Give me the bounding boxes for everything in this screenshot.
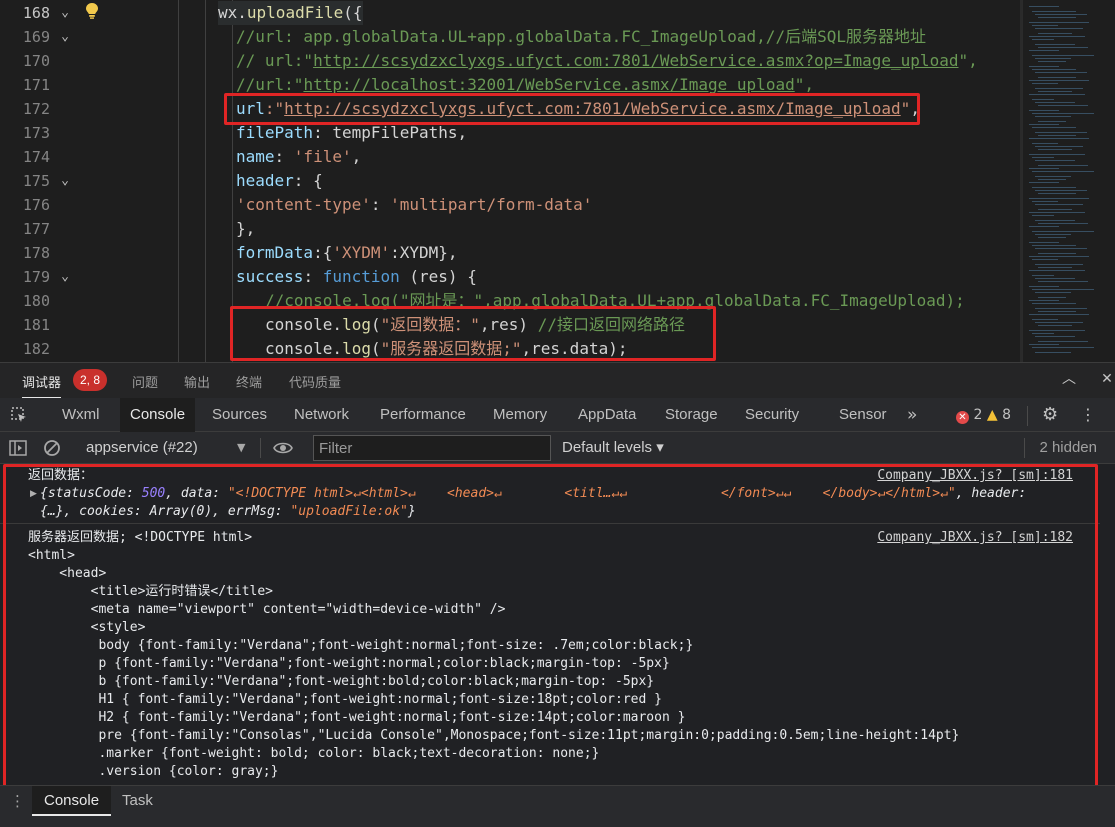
tab-sensor[interactable]: Sensor: [839, 398, 887, 432]
bottom-drawer: ⋮ Console Task: [0, 785, 1115, 827]
warning-count: 8: [1002, 407, 1011, 423]
lightbulb-icon[interactable]: [84, 2, 100, 20]
line-number: 178: [22, 244, 50, 262]
tab-terminal[interactable]: 终端: [236, 372, 262, 391]
code-line: //url: app.globalData.UL+app.globalData.…: [236, 27, 926, 46]
close-icon[interactable]: ✕: [1098, 370, 1115, 388]
chevron-down-icon[interactable]: ⌄: [58, 1, 72, 25]
line-number: 169: [22, 28, 50, 46]
panel-tab-bar: 调试器 2, 8 问题 输出 终端 代码质量 ︿ ✕: [0, 362, 1115, 399]
indent-guide: [178, 0, 179, 362]
drawer-tab-task[interactable]: Task: [110, 786, 165, 816]
tab-appdata[interactable]: AppData: [578, 398, 636, 432]
line-number: 173: [22, 124, 50, 142]
chevron-down-icon[interactable]: ▼: [237, 438, 245, 458]
error-icon: ✕: [956, 411, 969, 424]
devtools-tab-bar: Wxml Console Sources Network Performance…: [0, 398, 1115, 432]
chevron-down-icon[interactable]: ⌄: [58, 25, 72, 49]
context-selector[interactable]: appservice (#22): [86, 438, 246, 458]
warning-icon: ▲: [986, 407, 998, 423]
tab-code-quality[interactable]: 代码质量: [289, 372, 341, 391]
highlight-box-url: [224, 93, 920, 125]
filter-input[interactable]: [313, 435, 551, 461]
clear-console-icon[interactable]: [42, 438, 62, 458]
line-number: 171: [22, 76, 50, 94]
line-number: 170: [22, 52, 50, 70]
code-line: success: function (res) {: [236, 267, 477, 286]
line-number: 175: [22, 172, 50, 190]
chevron-down-icon[interactable]: ⌄: [58, 169, 72, 193]
tab-wxml[interactable]: Wxml: [62, 398, 100, 432]
minimap[interactable]: [1022, 0, 1115, 362]
line-number-gutter: 168 ⌄ 169 ⌄ 170 171 172 173 174 175 ⌄ 176 177 178 179 ⌄…: [0, 0, 80, 362]
sidebar-toggle-icon[interactable]: [8, 438, 28, 458]
more-vertical-icon[interactable]: ⋮: [1080, 406, 1096, 424]
line-number: 172: [22, 100, 50, 118]
line-number: 179: [22, 268, 50, 286]
tab-security[interactable]: Security: [745, 398, 799, 432]
tab-console[interactable]: Console: [120, 398, 196, 432]
eye-icon[interactable]: [273, 438, 293, 458]
chevron-up-icon[interactable]: ︿: [1060, 370, 1078, 388]
tab-issues[interactable]: 问题: [132, 372, 158, 391]
line-number: 180: [22, 292, 50, 310]
indent-guide: [205, 0, 206, 362]
tab-memory[interactable]: Memory: [493, 398, 547, 432]
error-count: 2: [973, 407, 983, 423]
debugger-badge: 2, 8: [73, 369, 108, 391]
code-line: // url:"http://scsydzxclyxgs.ufyct.com:7…: [236, 51, 978, 70]
tab-output[interactable]: 输出: [184, 372, 210, 391]
line-number: 181: [22, 316, 50, 334]
code-line: header: {: [236, 171, 323, 190]
code-editor[interactable]: 168 ⌄ 169 ⌄ 170 171 172 173 174 175 ⌄ 176 177 178 179 ⌄…: [0, 0, 1115, 362]
tab-performance[interactable]: Performance: [380, 398, 466, 432]
code-line: wx.uploadFile({: [218, 1, 363, 25]
code-line: formData:{'XYDM':XYDM},: [236, 243, 458, 262]
code-line: name: 'file',: [236, 147, 362, 166]
hidden-count: 2 hidden: [1039, 439, 1097, 456]
code-line: 'content-type': 'multipart/form-data': [236, 195, 593, 214]
line-number: 168: [22, 4, 50, 22]
drawer-tab-console[interactable]: Console: [32, 786, 112, 816]
line-number: 182: [22, 340, 50, 358]
line-number: 177: [22, 220, 50, 238]
log-levels-dropdown[interactable]: Default levels ▾: [562, 438, 664, 458]
console-toolbar: appservice (#22) ▼ Default levels ▾ 2 hi…: [0, 432, 1115, 464]
line-number: 174: [22, 148, 50, 166]
more-tabs-icon[interactable]: »: [907, 406, 917, 424]
tab-storage[interactable]: Storage: [665, 398, 718, 432]
drawer-menu-icon[interactable]: ⋮: [10, 792, 25, 810]
tab-network[interactable]: Network: [294, 398, 349, 432]
chevron-down-icon[interactable]: ⌄: [58, 265, 72, 289]
gear-icon[interactable]: ⚙: [1042, 406, 1058, 424]
highlight-box-console-log: [230, 306, 716, 361]
inspect-icon[interactable]: [10, 406, 28, 424]
line-number: 176: [22, 196, 50, 214]
highlight-box-console: [3, 464, 1098, 811]
tab-sources[interactable]: Sources: [212, 398, 267, 432]
tab-debugger[interactable]: 调试器: [22, 372, 62, 399]
code-line: },: [236, 219, 256, 238]
error-counter[interactable]: ✕ 2 ▲ 8: [956, 406, 1011, 424]
